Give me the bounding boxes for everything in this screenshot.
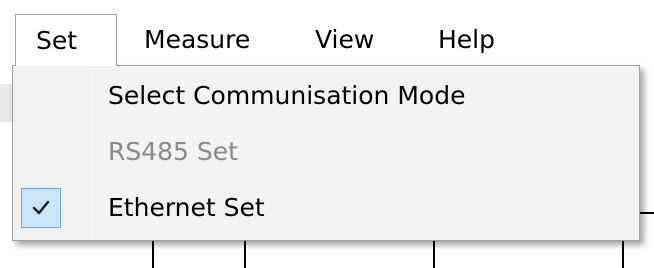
checkmark-icon [21,188,61,228]
menu-help[interactable]: Help [438,14,495,66]
checkmark-icon-glyph [32,200,50,215]
menu-measure[interactable]: Measure [144,14,250,66]
menu-item-ethernet-set[interactable]: Ethernet Set [13,182,639,234]
menu-item-label: RS485 Set [108,137,238,166]
menu-bar: Set Measure View Help [0,0,654,66]
menu-item-label: Ethernet Set [108,193,265,222]
set-menu-dropdown: Select Communisation Mode RS485 Set Ethe… [12,65,640,241]
menu-item-label: Select Communisation Mode [108,81,466,110]
menu-item-select-communisation-mode[interactable]: Select Communisation Mode [13,70,639,122]
menu-view[interactable]: View [315,14,374,66]
background-panel-edge [0,84,12,122]
menu-item-rs485-set: RS485 Set [13,126,639,178]
menu-set[interactable]: Set [15,14,117,66]
